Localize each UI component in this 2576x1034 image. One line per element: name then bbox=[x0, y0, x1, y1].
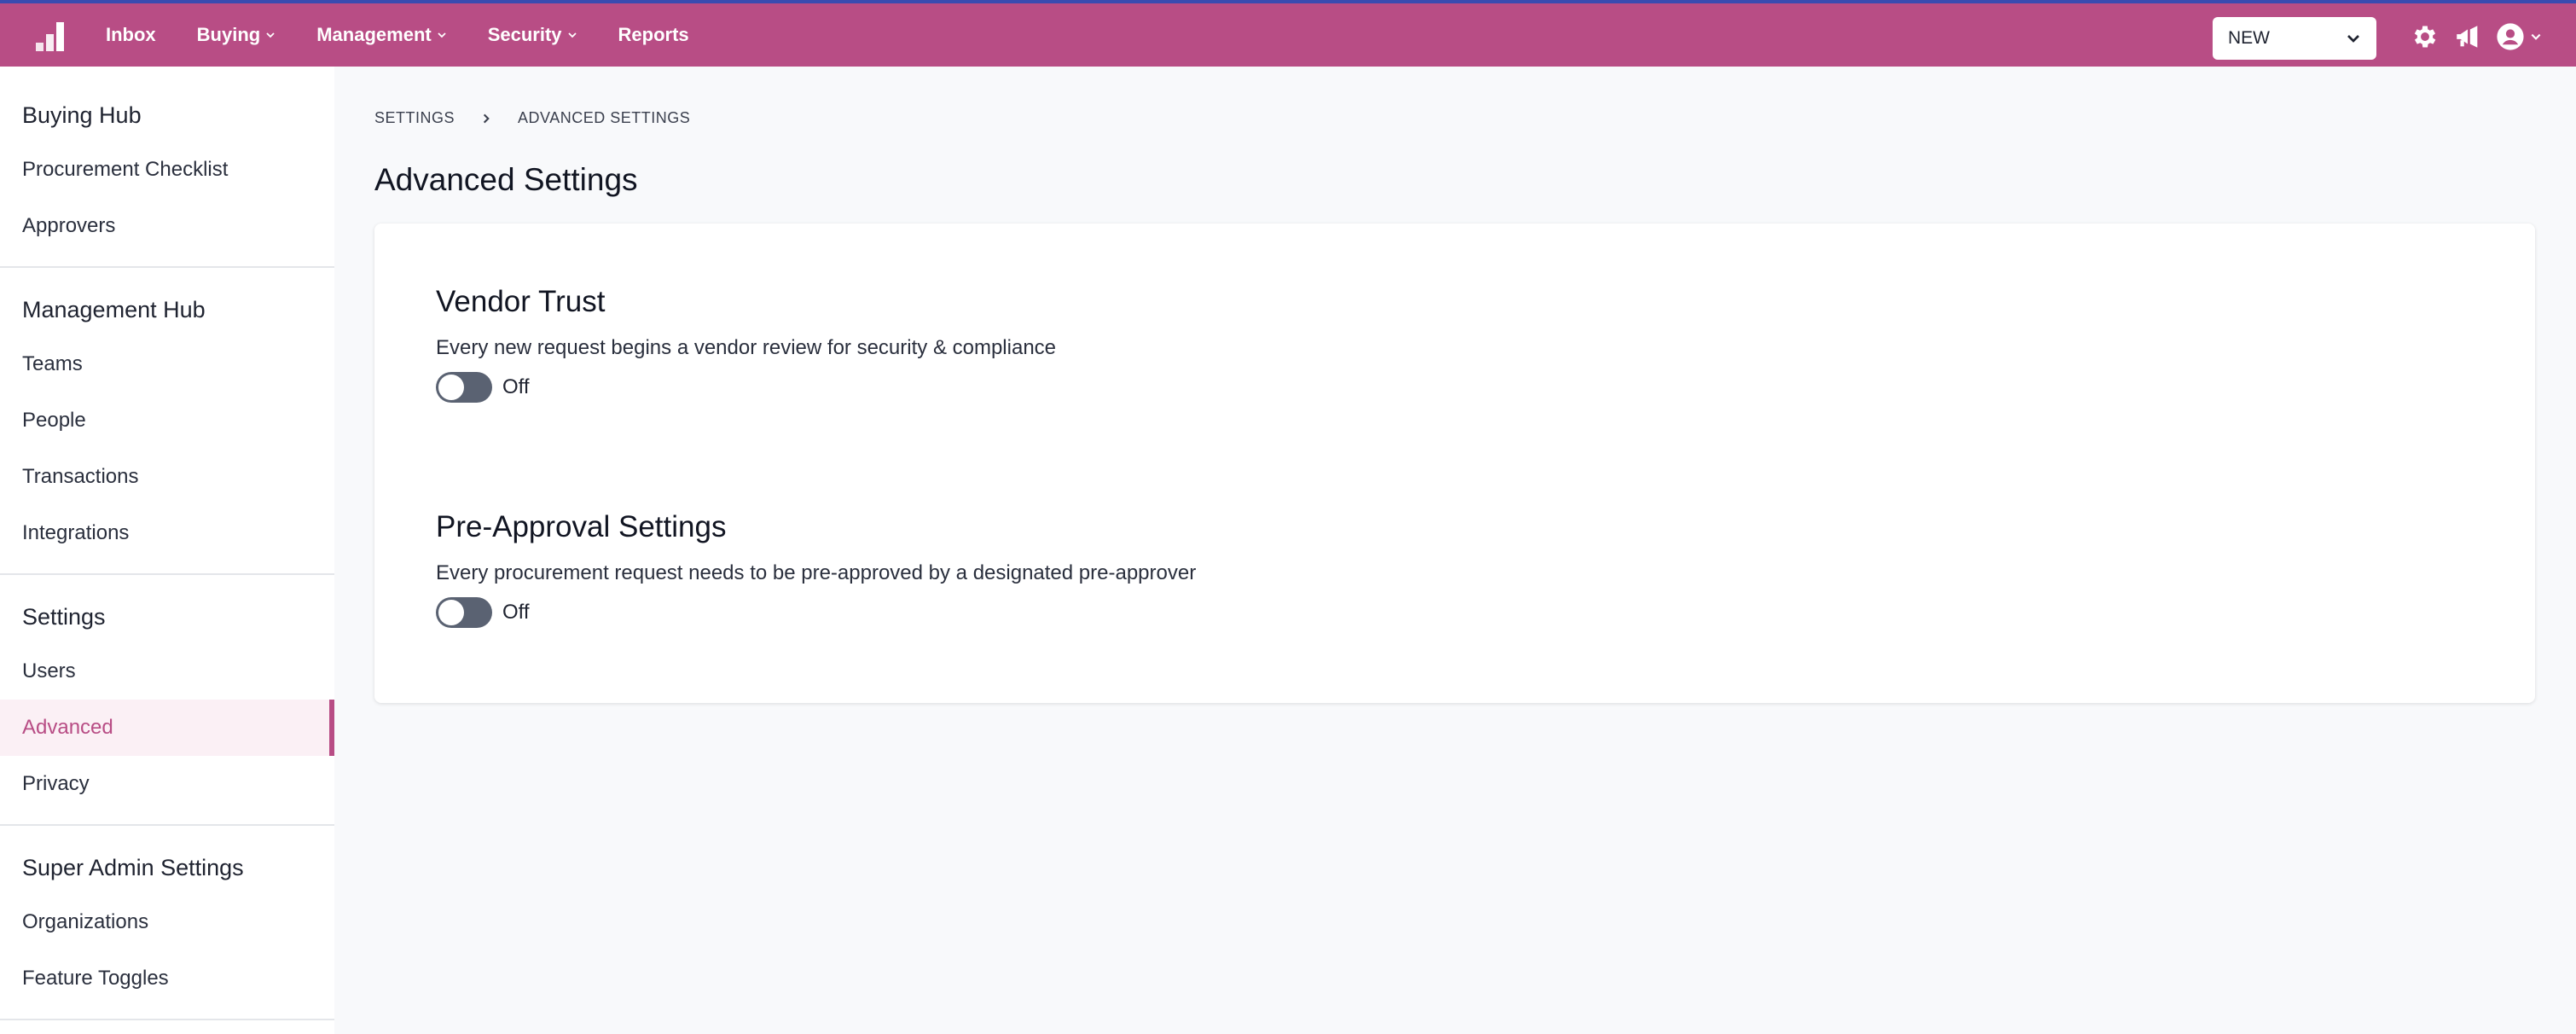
setting-pre-approval: Pre-Approval Settings Every procurement … bbox=[436, 510, 1196, 628]
toggle-row: Off bbox=[436, 372, 1056, 403]
pre-approval-toggle[interactable] bbox=[436, 597, 492, 628]
sidebar-item-integrations[interactable]: Integrations bbox=[0, 505, 334, 561]
setting-title: Pre-Approval Settings bbox=[436, 510, 727, 543]
sidebar-heading: Super Admin Settings bbox=[22, 855, 244, 880]
sidebar-item-procurement-checklist[interactable]: Procurement Checklist bbox=[0, 142, 334, 198]
toggle-knob bbox=[438, 375, 464, 400]
top-nav-bar: Inbox Buying Management Security Reports… bbox=[0, 0, 2576, 67]
sidebar-item-feature-toggles[interactable]: Feature Toggles bbox=[0, 950, 334, 1007]
new-dropdown-select[interactable]: NEW bbox=[2213, 17, 2376, 60]
toggle-state-label: Off bbox=[502, 601, 530, 624]
breadcrumb-item-settings[interactable]: SETTINGS bbox=[374, 109, 455, 127]
chevron-down-icon bbox=[567, 32, 577, 38]
setting-vendor-trust: Vendor Trust Every new request begins a … bbox=[436, 285, 1056, 403]
toggle-row: Off bbox=[436, 597, 1196, 628]
setting-description: Every new request begins a vendor review… bbox=[436, 336, 1057, 359]
nav-item-label: Management bbox=[316, 24, 432, 45]
chevron-down-icon bbox=[266, 32, 275, 38]
nav-item-label: Reports bbox=[618, 24, 689, 45]
nav-item-reports[interactable]: Reports bbox=[618, 24, 689, 46]
breadcrumb-item-current: ADVANCED SETTINGS bbox=[518, 109, 691, 126]
sidebar-item-users[interactable]: Users bbox=[0, 643, 334, 700]
bar-chart-logo-icon[interactable] bbox=[34, 20, 67, 53]
toggle-knob bbox=[438, 600, 464, 625]
setting-description: Every procurement request needs to be pr… bbox=[436, 561, 1197, 584]
main-nav: Inbox Buying Management Security Reports bbox=[106, 3, 730, 67]
chevron-down-icon bbox=[438, 32, 446, 38]
chevron-down-icon bbox=[2531, 33, 2541, 40]
nav-item-label: Buying bbox=[196, 24, 261, 45]
sidebar-item-people[interactable]: People bbox=[0, 392, 334, 449]
sidebar-section-buying-hub: Buying Hub Procurement Checklist Approve… bbox=[0, 67, 334, 268]
settings-card: Vendor Trust Every new request begins a … bbox=[374, 224, 2535, 703]
nav-item-management[interactable]: Management bbox=[316, 24, 446, 46]
chevron-down-icon bbox=[2347, 35, 2359, 43]
setting-title: Vendor Trust bbox=[436, 285, 606, 318]
megaphone-icon[interactable] bbox=[2453, 22, 2482, 51]
sidebar-item-teams[interactable]: Teams bbox=[0, 336, 334, 392]
page-title: Advanced Settings bbox=[374, 162, 638, 197]
sidebar-section-management-hub: Management Hub Teams People Transactions… bbox=[0, 268, 334, 575]
vendor-trust-toggle[interactable] bbox=[436, 372, 492, 403]
nav-item-label: Inbox bbox=[106, 24, 156, 45]
sidebar-item-privacy[interactable]: Privacy bbox=[0, 756, 334, 812]
sidebar-heading: Settings bbox=[22, 604, 106, 630]
user-account-menu[interactable] bbox=[2496, 22, 2542, 51]
sidebar: Buying Hub Procurement Checklist Approve… bbox=[0, 67, 334, 1034]
toggle-state-label: Off bbox=[502, 375, 530, 398]
nav-item-label: Security bbox=[487, 24, 562, 45]
sidebar-section-super-admin: Super Admin Settings Organizations Featu… bbox=[0, 826, 334, 1020]
sidebar-item-organizations[interactable]: Organizations bbox=[0, 894, 334, 950]
sidebar-item-advanced[interactable]: Advanced bbox=[0, 700, 334, 756]
sidebar-heading: Buying Hub bbox=[22, 102, 142, 128]
sidebar-heading: Management Hub bbox=[22, 297, 206, 322]
chevron-right-icon bbox=[483, 113, 490, 123]
user-account-icon bbox=[2497, 23, 2524, 50]
gear-icon[interactable] bbox=[2411, 22, 2440, 51]
new-select-value: NEW bbox=[2228, 28, 2270, 48]
breadcrumb: SETTINGS ADVANCED SETTINGS bbox=[374, 109, 690, 127]
sidebar-item-approvers[interactable]: Approvers bbox=[0, 198, 334, 254]
sidebar-item-transactions[interactable]: Transactions bbox=[0, 449, 334, 505]
sidebar-section-settings: Settings Users Advanced Privacy bbox=[0, 575, 334, 826]
nav-item-security[interactable]: Security bbox=[488, 24, 577, 46]
nav-item-inbox[interactable]: Inbox bbox=[106, 24, 156, 46]
nav-item-buying[interactable]: Buying bbox=[197, 24, 276, 46]
